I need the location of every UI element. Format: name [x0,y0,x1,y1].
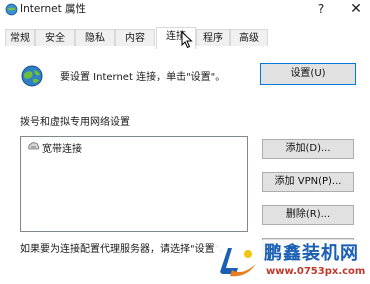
setup-button[interactable]: 设置(U) [260,63,356,85]
watermark-logo [220,248,256,277]
delete-button[interactable]: 删除(R)... [262,205,354,225]
tab-advanced[interactable]: 高级 [230,29,268,46]
dialup-section-label: 拨号和虚拟专用网络设置 [20,117,130,128]
list-item[interactable]: 宽带连接 [42,140,82,155]
proxy-hint-text: 如果要为连接配置代理服务器，请选择"设置"。 [20,244,230,255]
help-button[interactable]: ? [313,1,329,17]
globe-network-icon [21,65,43,87]
network-connection-icon [28,142,40,150]
add-vpn-button[interactable]: 添加 VPN(P)... [262,172,354,192]
tab-general[interactable]: 常规 [5,29,35,46]
tab-privacy[interactable]: 隐私 [75,29,115,46]
add-button[interactable]: 添加(D)... [262,139,354,159]
mouse-cursor-icon [181,31,193,49]
watermark-url: www.0753px.com [266,266,366,277]
watermark-brand: 鹏鑫装机网 [264,243,359,264]
internet-options-icon [5,3,18,16]
window-title: Internet 属性 [20,3,87,15]
tab-programs[interactable]: 程序 [196,29,230,46]
tab-security[interactable]: 安全 [35,29,75,46]
intro-text: 要设置 Internet 连接，单击"设置"。 [60,72,226,83]
tab-content[interactable]: 内容 [115,29,155,46]
close-button[interactable]: ✕ [346,0,366,18]
